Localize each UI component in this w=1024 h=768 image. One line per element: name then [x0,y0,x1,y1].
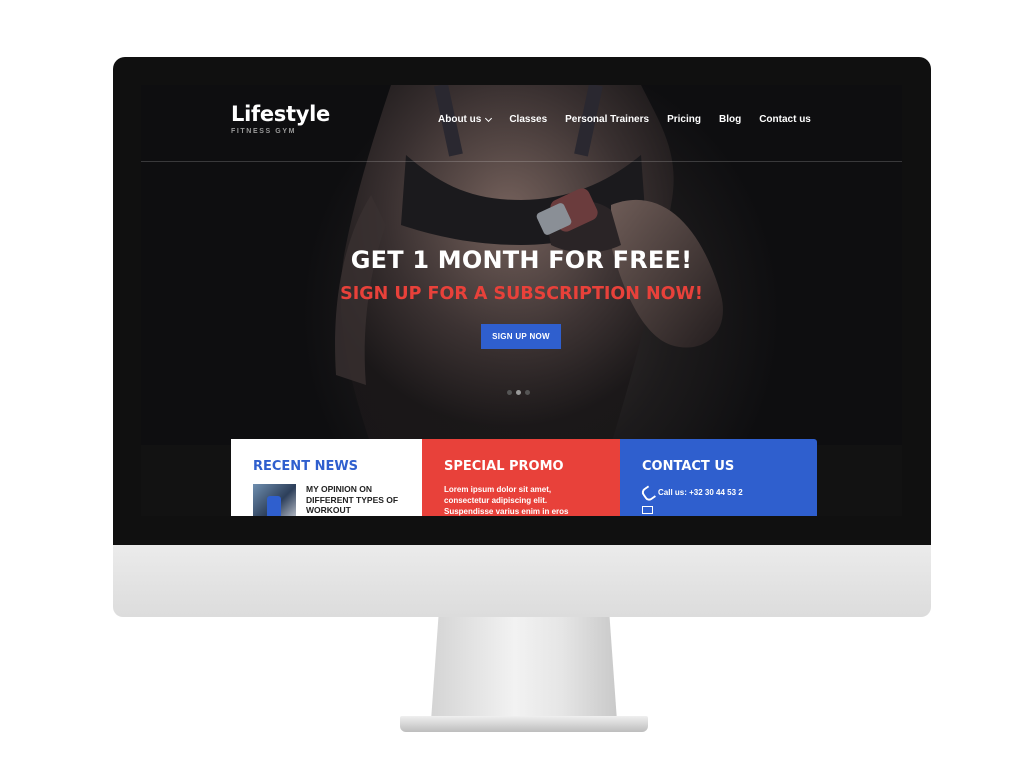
slider-dot-active[interactable] [516,390,521,395]
chevron-down-icon [485,114,493,122]
special-promo-title: SPECIAL PROMO [444,459,564,474]
nav-item-blog[interactable]: Blog [719,114,741,125]
monitor-chin [113,545,931,617]
promo-text: Lorem ipsum dolor sit amet, consectetur … [444,485,569,516]
recent-news-card: RECENT NEWS MY OPINION ON DIFFERENT TYPE… [231,439,422,516]
hero-title: GET 1 MONTH FOR FREE! [350,246,693,274]
brand-title: Lifestyle [231,102,330,126]
news-item[interactable]: MY OPINION ON DIFFERENT TYPES OF WORKOUT [253,484,400,516]
brand-logo[interactable]: Lifestyle FITNESS GYM [231,102,330,135]
slider-dots [507,390,530,395]
news-headline[interactable]: MY OPINION ON DIFFERENT TYPES OF WORKOUT [306,484,400,516]
contact-us-title: CONTACT US [642,459,735,474]
nav-item-pricing[interactable]: Pricing [667,114,701,125]
monitor-stand [431,617,617,721]
hero-subtitle: SIGN UP FOR A SUBSCRIPTION NOW! [340,284,703,304]
phone-icon [642,487,652,497]
sign-up-button[interactable]: SIGN UP NOW [481,324,561,349]
slider-dot[interactable] [525,390,530,395]
recent-news-title: RECENT NEWS [253,459,359,474]
contact-phone-text: Call us: +32 30 44 53 2 [658,487,743,497]
contact-phone[interactable]: Call us: +32 30 44 53 2 [642,487,795,497]
nav-item-contact-us[interactable]: Contact us [759,114,811,125]
contact-us-card: CONTACT US Call us: +32 30 44 53 2 [620,439,817,516]
nav-item-classes[interactable]: Classes [509,114,547,125]
feature-cards: RECENT NEWS MY OPINION ON DIFFERENT TYPE… [231,439,817,516]
mail-icon [642,506,653,514]
news-thumbnail[interactable] [253,484,296,516]
monitor-stand-base [400,716,648,732]
brand-subtitle: FITNESS GYM [231,128,297,135]
main-nav: About us Classes Personal Trainers Prici… [438,114,811,125]
nav-item-about-us[interactable]: About us [438,114,493,125]
website-screen: Lifestyle FITNESS GYM About us Classes P… [141,85,902,516]
nav-item-personal-trainers[interactable]: Personal Trainers [565,114,649,125]
nav-item-label: About us [438,114,482,125]
top-navbar: Lifestyle FITNESS GYM About us Classes P… [141,85,902,162]
slider-dot[interactable] [507,390,512,395]
special-promo-card: SPECIAL PROMO Lorem ipsum dolor sit amet… [422,439,620,516]
